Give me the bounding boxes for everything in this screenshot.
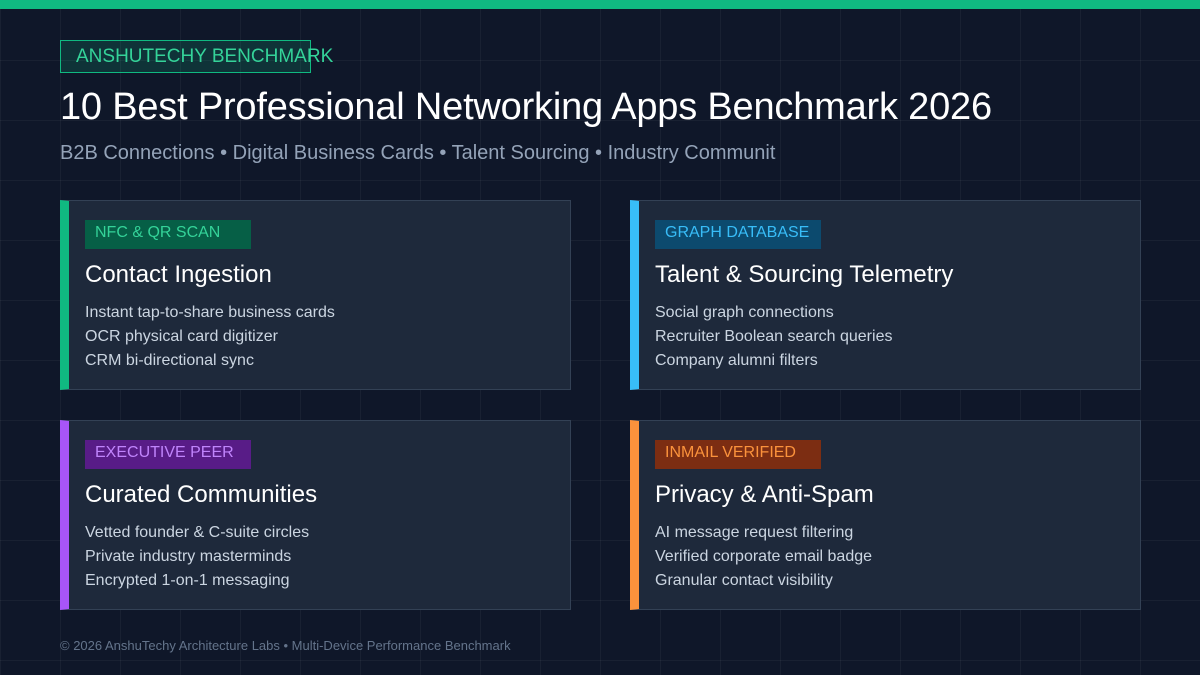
card-talent-sourcing-telemetry: GRAPH DATABASE Talent & Sourcing Telemet… xyxy=(630,200,1141,390)
feature-list: AI message request filtering Verified co… xyxy=(655,521,872,593)
feature-item: Granular contact visibility xyxy=(655,572,833,589)
card-badge: EXECUTIVE PEER xyxy=(85,440,251,469)
feature-list: Instant tap-to-share business cards OCR … xyxy=(85,301,335,373)
feature-item: CRM bi-directional sync xyxy=(85,352,254,369)
card-curated-communities: EXECUTIVE PEER Curated Communities Vette… xyxy=(60,420,571,610)
feature-item: Verified corporate email badge xyxy=(655,548,873,565)
brand-tag: ANSHUTECHY BENCHMARK xyxy=(60,40,333,73)
page-subtitle: B2B Connections • Digital Business Cards… xyxy=(60,142,776,164)
feature-item: Vetted founder & C-suite circles xyxy=(85,524,310,541)
feature-item: Social graph connections xyxy=(655,304,834,321)
page-title: 10 Best Professional Networking Apps Ben… xyxy=(60,86,992,128)
card-contact-ingestion: NFC & QR SCAN Contact Ingestion Instant … xyxy=(60,200,571,390)
feature-item: OCR physical card digitizer xyxy=(85,328,278,345)
card-title: Contact Ingestion xyxy=(85,261,272,288)
feature-item: AI message request filtering xyxy=(655,524,854,541)
feature-item: Private industry masterminds xyxy=(85,548,292,565)
feature-item: Company alumni filters xyxy=(655,352,818,369)
footer-copyright: © 2026 AnshuTechy Architecture Labs • Mu… xyxy=(60,638,511,653)
card-privacy-anti-spam: INMAIL VERIFIED Privacy & Anti-Spam AI m… xyxy=(630,420,1141,610)
feature-list: Vetted founder & C-suite circles Private… xyxy=(85,521,309,593)
feature-item: Encrypted 1-on-1 messaging xyxy=(85,572,290,589)
top-accent-bar xyxy=(0,0,1200,9)
feature-item: Instant tap-to-share business cards xyxy=(85,304,335,321)
card-badge: INMAIL VERIFIED xyxy=(655,440,821,469)
card-title: Privacy & Anti-Spam xyxy=(655,481,874,508)
feature-item: Recruiter Boolean search queries xyxy=(655,328,893,345)
card-title: Curated Communities xyxy=(85,481,318,508)
card-badge: GRAPH DATABASE xyxy=(655,220,821,249)
card-badge: NFC & QR SCAN xyxy=(85,220,251,249)
card-title: Talent & Sourcing Telemetry xyxy=(655,261,954,288)
feature-list: Social graph connections Recruiter Boole… xyxy=(655,301,892,373)
